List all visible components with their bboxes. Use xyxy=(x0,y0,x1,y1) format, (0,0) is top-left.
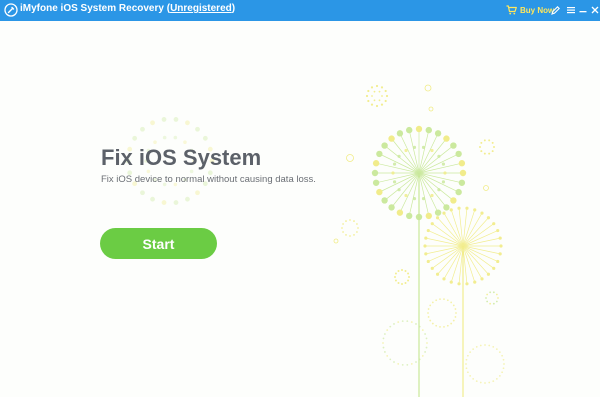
page-subtitle: Fix iOS device to normal without causing… xyxy=(101,174,316,185)
shopping-cart-icon xyxy=(506,5,517,15)
feedback-icon xyxy=(550,5,560,15)
buy-now-button[interactable]: Buy Now xyxy=(506,2,554,18)
minimize-icon xyxy=(579,11,587,13)
close-paren: ) xyxy=(231,3,236,14)
feedback-button[interactable] xyxy=(548,3,562,17)
app-name: iMyfone iOS System Recovery xyxy=(20,3,164,14)
window-title: iMyfone iOS System Recovery (Unregistere… xyxy=(20,3,235,14)
page-title: Fix iOS System xyxy=(101,145,262,170)
main-panel: Fix iOS System Fix iOS device to normal … xyxy=(0,21,600,397)
title-bar: iMyfone iOS System Recovery (Unregistere… xyxy=(0,0,600,21)
dandelion-illustration xyxy=(125,84,505,397)
close-button[interactable] xyxy=(588,3,600,17)
app-logo-icon xyxy=(4,3,18,17)
close-icon xyxy=(591,6,599,14)
start-button[interactable]: Start xyxy=(100,228,217,259)
unregistered-link[interactable]: Unregistered xyxy=(170,3,232,14)
menu-icon xyxy=(567,7,575,14)
